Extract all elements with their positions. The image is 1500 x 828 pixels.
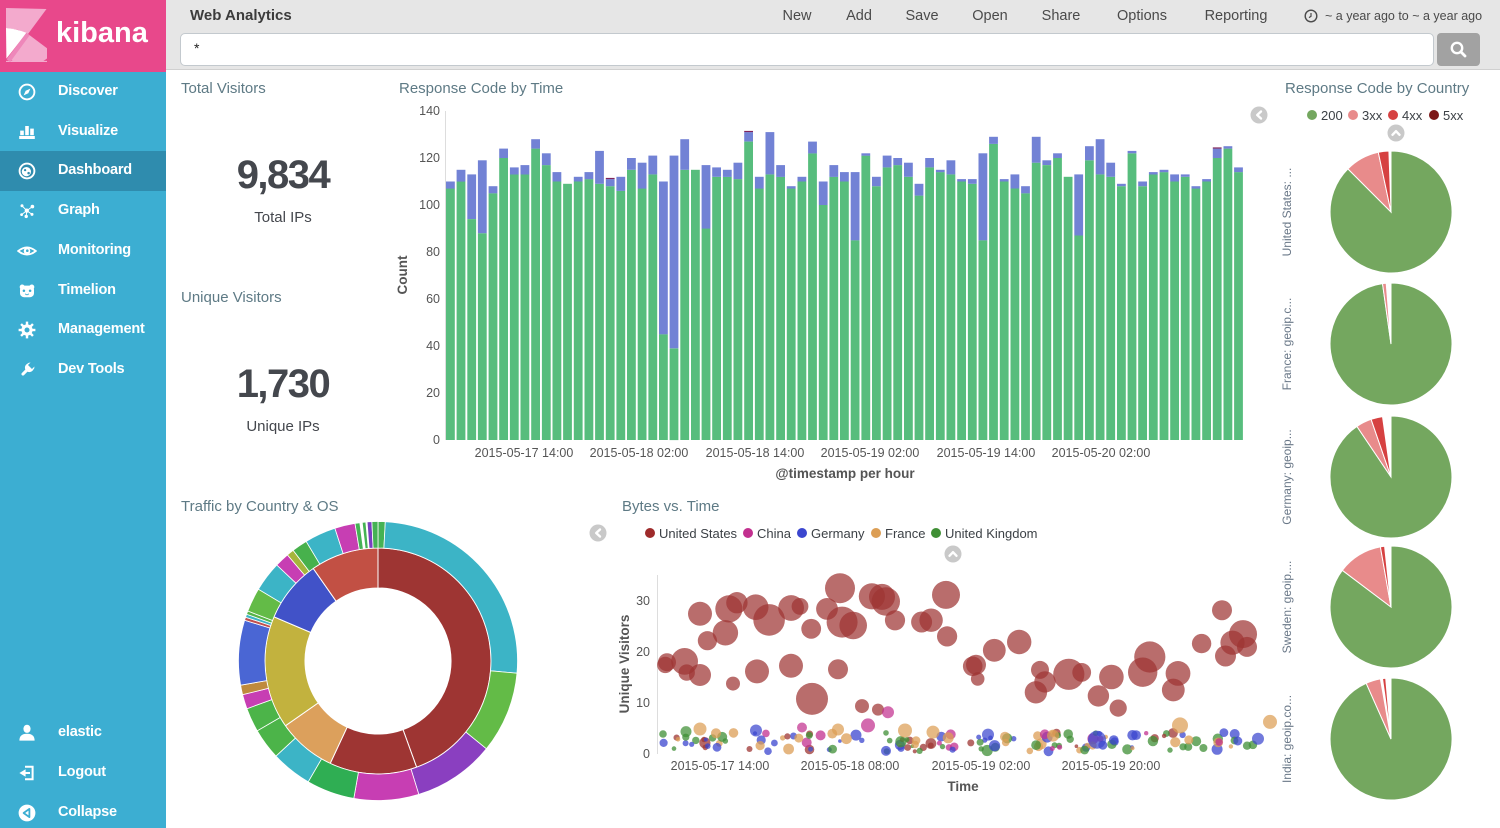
svg-text:United Kingdom: United Kingdom xyxy=(945,526,1038,541)
svg-text:Sweden: geoip....: Sweden: geoip.... xyxy=(1280,561,1294,654)
svg-text:60: 60 xyxy=(426,292,440,306)
svg-text:10: 10 xyxy=(636,696,650,710)
svg-text:@timestamp per hour: @timestamp per hour xyxy=(775,466,915,481)
svg-text:2015-05-18 02:00: 2015-05-18 02:00 xyxy=(590,446,689,460)
svg-text:40: 40 xyxy=(426,339,440,353)
svg-text:India: geoip.co...: India: geoip.co... xyxy=(1280,695,1294,783)
svg-text:2015-05-19 14:00: 2015-05-19 14:00 xyxy=(937,446,1036,460)
svg-text:2015-05-18 14:00: 2015-05-18 14:00 xyxy=(706,446,805,460)
svg-text:0: 0 xyxy=(433,433,440,447)
svg-text:2015-05-17 14:00: 2015-05-17 14:00 xyxy=(475,446,574,460)
svg-text:Unique Visitors: Unique Visitors xyxy=(617,615,632,714)
svg-text:2015-05-20 02:00: 2015-05-20 02:00 xyxy=(1052,446,1151,460)
svg-text:United States: United States xyxy=(659,526,738,541)
svg-text:2015-05-19 20:00: 2015-05-19 20:00 xyxy=(1062,759,1161,773)
svg-text:4xx: 4xx xyxy=(1402,108,1423,123)
svg-text:France: France xyxy=(885,526,925,541)
svg-text:3xx: 3xx xyxy=(1362,108,1383,123)
svg-text:200: 200 xyxy=(1321,108,1343,123)
svg-text:30: 30 xyxy=(636,594,650,608)
svg-text:2015-05-19 02:00: 2015-05-19 02:00 xyxy=(932,759,1031,773)
svg-text:100: 100 xyxy=(419,198,440,212)
svg-text:20: 20 xyxy=(426,386,440,400)
svg-text:Germany: Germany xyxy=(811,526,865,541)
svg-text:United States: ...: United States: ... xyxy=(1280,168,1294,257)
svg-text:80: 80 xyxy=(426,245,440,259)
svg-text:120: 120 xyxy=(419,151,440,165)
svg-text:2015-05-17 14:00: 2015-05-17 14:00 xyxy=(671,759,770,773)
svg-text:5xx: 5xx xyxy=(1443,108,1464,123)
svg-text:Germany: geoip...: Germany: geoip... xyxy=(1280,429,1294,524)
svg-text:Time: Time xyxy=(947,779,979,794)
svg-text:2015-05-18 08:00: 2015-05-18 08:00 xyxy=(801,759,900,773)
svg-text:China: China xyxy=(757,526,792,541)
svg-text:140: 140 xyxy=(419,104,440,118)
svg-text:20: 20 xyxy=(636,645,650,659)
svg-text:France: geoip.c...: France: geoip.c... xyxy=(1280,298,1294,391)
svg-text:Count: Count xyxy=(395,255,410,294)
svg-text:0: 0 xyxy=(643,747,650,761)
svg-text:2015-05-19 02:00: 2015-05-19 02:00 xyxy=(821,446,920,460)
